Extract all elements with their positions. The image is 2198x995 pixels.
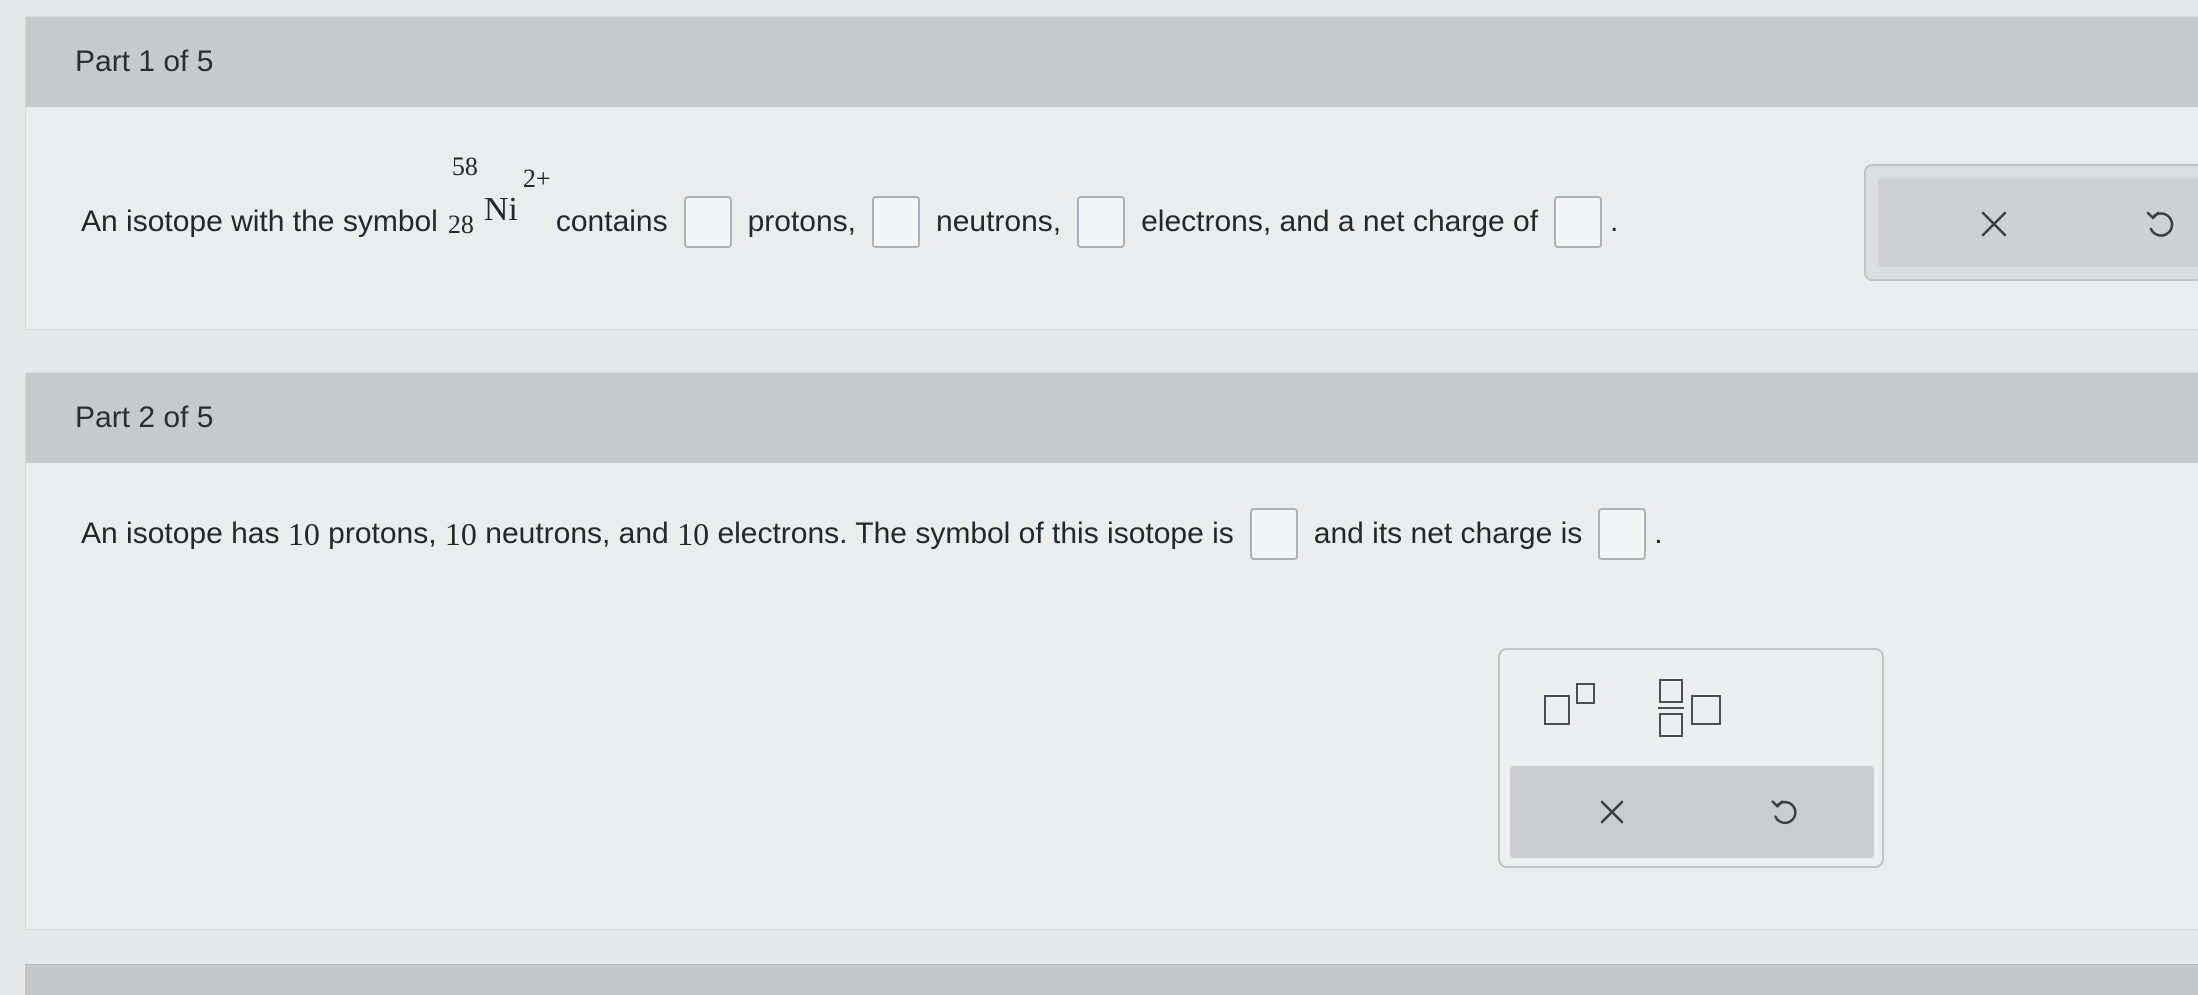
question-text: electrons. The symbol of this isotope is [717,517,1234,550]
mass-number: 58 [451,152,478,181]
clear-button[interactable] [1584,784,1640,840]
ion-charge: 2+ [522,164,551,193]
protons-answer-input[interactable] [683,196,732,248]
question-text: electrons, and a net charge of [1141,205,1539,238]
undo-button[interactable] [2132,196,2188,252]
net-charge-answer-input[interactable] [1598,508,1647,560]
question-text: . [1654,517,1663,550]
undo-button[interactable] [1756,784,1812,840]
net-charge-answer-input[interactable] [1554,196,1603,248]
question-text: and its net charge is [1313,517,1583,550]
x-icon [1600,800,1624,824]
part-2-header: Part 2 of 5 [26,373,2198,463]
question-text: protons, [328,517,437,550]
protons-count: 10 [287,515,320,552]
electrons-count: 10 [677,515,710,552]
question-text: An isotope with the symbol [81,205,438,238]
superscript-template-icon [1544,683,1595,725]
element-symbol: Ni [483,191,518,228]
part-1-question: An isotope with the symbol 58 28 Ni 2+ c… [81,152,1619,252]
question-text: . [1610,205,1619,238]
undo-icon [1771,800,1797,824]
neutrons-count: 10 [444,515,477,552]
formula-tool-action-bar [1510,766,1874,858]
question-text: contains [555,205,668,238]
clear-button[interactable] [1966,196,2022,252]
part-1-action-panel [1864,164,2198,281]
isotope-notation-template-icon [1658,679,1721,737]
part-2-question: An isotope has 10 protons, 10 neutrons, … [81,508,1663,560]
isotope-symbol-answer-input[interactable] [1249,508,1298,560]
neutrons-answer-input[interactable] [872,196,921,248]
isotope-symbol: 58 28 Ni 2+ [444,152,551,252]
question-text: An isotope has [81,517,280,550]
part-1-header: Part 1 of 5 [26,17,2198,107]
next-part-header [25,964,2198,995]
electrons-answer-input[interactable] [1077,196,1126,248]
atomic-number: 28 [447,210,474,239]
x-icon [1981,211,2007,237]
question-text: neutrons, [936,205,1062,238]
question-text: protons, [747,205,857,238]
part-1-title: Part 1 of 5 [75,45,214,78]
isotope-notation-template-button[interactable] [1652,676,1728,740]
superscript-template-button[interactable] [1540,676,1604,732]
undo-icon [2146,211,2174,237]
part-1-action-bar [1878,178,2198,267]
formula-tool-panel [1498,648,1884,868]
question-text: neutrons, and [485,517,669,550]
part-2-title: Part 2 of 5 [75,401,214,434]
